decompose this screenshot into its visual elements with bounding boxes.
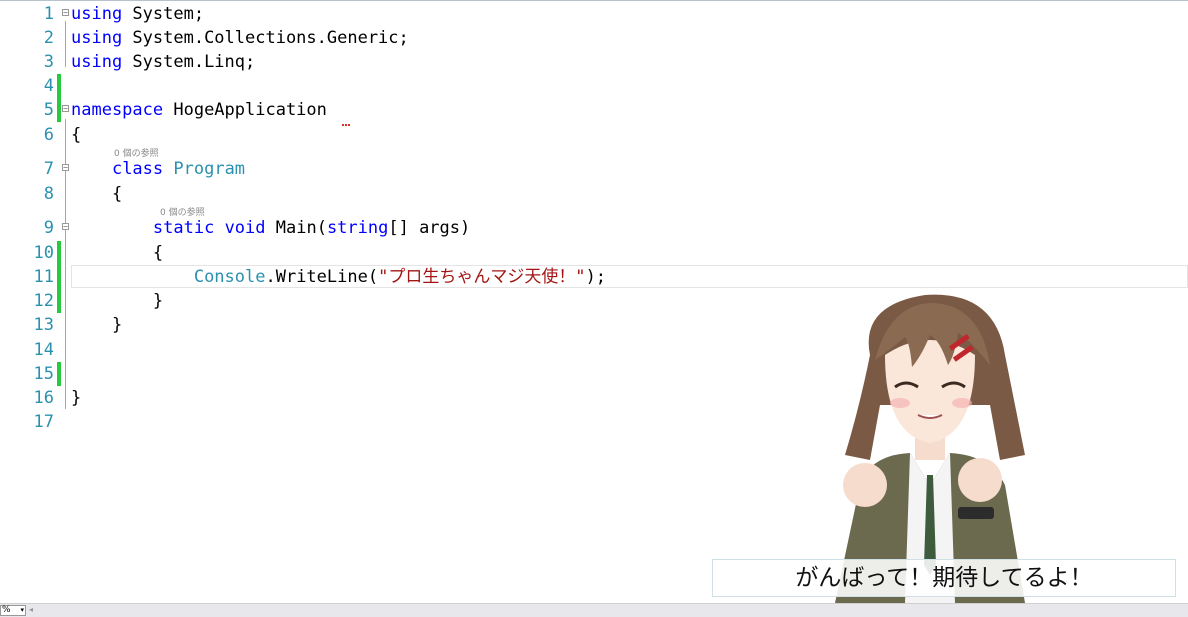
code-text: namespace HogeApplication <box>71 100 327 120</box>
code-text: { <box>71 125 82 145</box>
code-line[interactable]: 10 { <box>0 241 1188 265</box>
line-number: 6 <box>43 125 54 145</box>
code-line[interactable]: 6 { <box>0 123 1188 147</box>
line-number: 17 <box>33 412 54 432</box>
collapse-icon[interactable]: − <box>62 223 69 231</box>
line-number: 16 <box>33 388 54 408</box>
change-marker <box>57 98 61 122</box>
line-number: 10 <box>33 243 54 263</box>
line-number: 1 <box>43 4 54 24</box>
code-text: using System.Linq; <box>71 52 256 72</box>
code-line[interactable]: 9 − static void Main(string[] args) <box>0 216 1188 240</box>
code-text: { <box>71 184 123 204</box>
line-number: 3 <box>43 52 54 72</box>
line-number: 9 <box>43 218 54 238</box>
code-text: class Program <box>111 159 246 179</box>
change-marker <box>57 241 61 265</box>
line-number: 12 <box>33 291 54 311</box>
code-line[interactable]: 7 − class Program <box>0 157 1188 181</box>
code-text: } <box>71 291 164 311</box>
change-marker <box>57 289 61 313</box>
subtitle-text: がんばって！期待してるよ！ <box>712 559 1176 597</box>
zoom-value: % <box>2 605 11 615</box>
chevron-down-icon: ▾ <box>20 606 24 614</box>
line-number: 13 <box>33 315 54 335</box>
line-number: 4 <box>43 76 54 96</box>
collapse-icon[interactable]: − <box>62 164 69 172</box>
zoom-dropdown[interactable]: % ▾ <box>0 605 26 616</box>
line-number: 2 <box>43 28 54 48</box>
change-marker <box>57 362 61 386</box>
code-text: static void Main(string[] args) <box>152 218 471 238</box>
change-marker <box>57 74 61 98</box>
code-text: { <box>71 243 164 263</box>
code-text: } <box>71 315 123 335</box>
error-squiggle <box>342 121 350 126</box>
code-text: using System; <box>71 4 205 24</box>
code-text: using System.Collections.Generic; <box>71 28 409 48</box>
code-line[interactable]: 1 − using System; <box>0 2 1188 26</box>
line-number: 8 <box>43 184 54 204</box>
collapse-icon[interactable]: − <box>62 9 69 17</box>
code-line[interactable]: 4 <box>0 74 1188 98</box>
code-line[interactable]: 8 { <box>0 182 1188 206</box>
scroll-left-arrow-icon[interactable]: ◂ <box>29 605 33 614</box>
status-bar: % ▾ ◂ <box>0 603 1188 617</box>
line-number: 5 <box>43 100 54 120</box>
code-text: Console.WriteLine("プロ生ちゃんマジ天使！"); <box>193 267 607 287</box>
line-number: 7 <box>43 159 54 179</box>
code-text: } <box>71 388 82 408</box>
change-marker <box>57 265 61 289</box>
collapse-icon[interactable]: − <box>62 105 69 113</box>
line-number: 15 <box>33 364 54 384</box>
code-line[interactable]: 3 using System.Linq; <box>0 50 1188 74</box>
code-line[interactable]: 2 using System.Collections.Generic; <box>0 26 1188 50</box>
line-number: 11 <box>33 267 54 287</box>
code-line[interactable]: 5 − namespace HogeApplication <box>0 98 1188 122</box>
mascot-character-illustration <box>835 294 1025 603</box>
line-number: 14 <box>33 340 54 360</box>
